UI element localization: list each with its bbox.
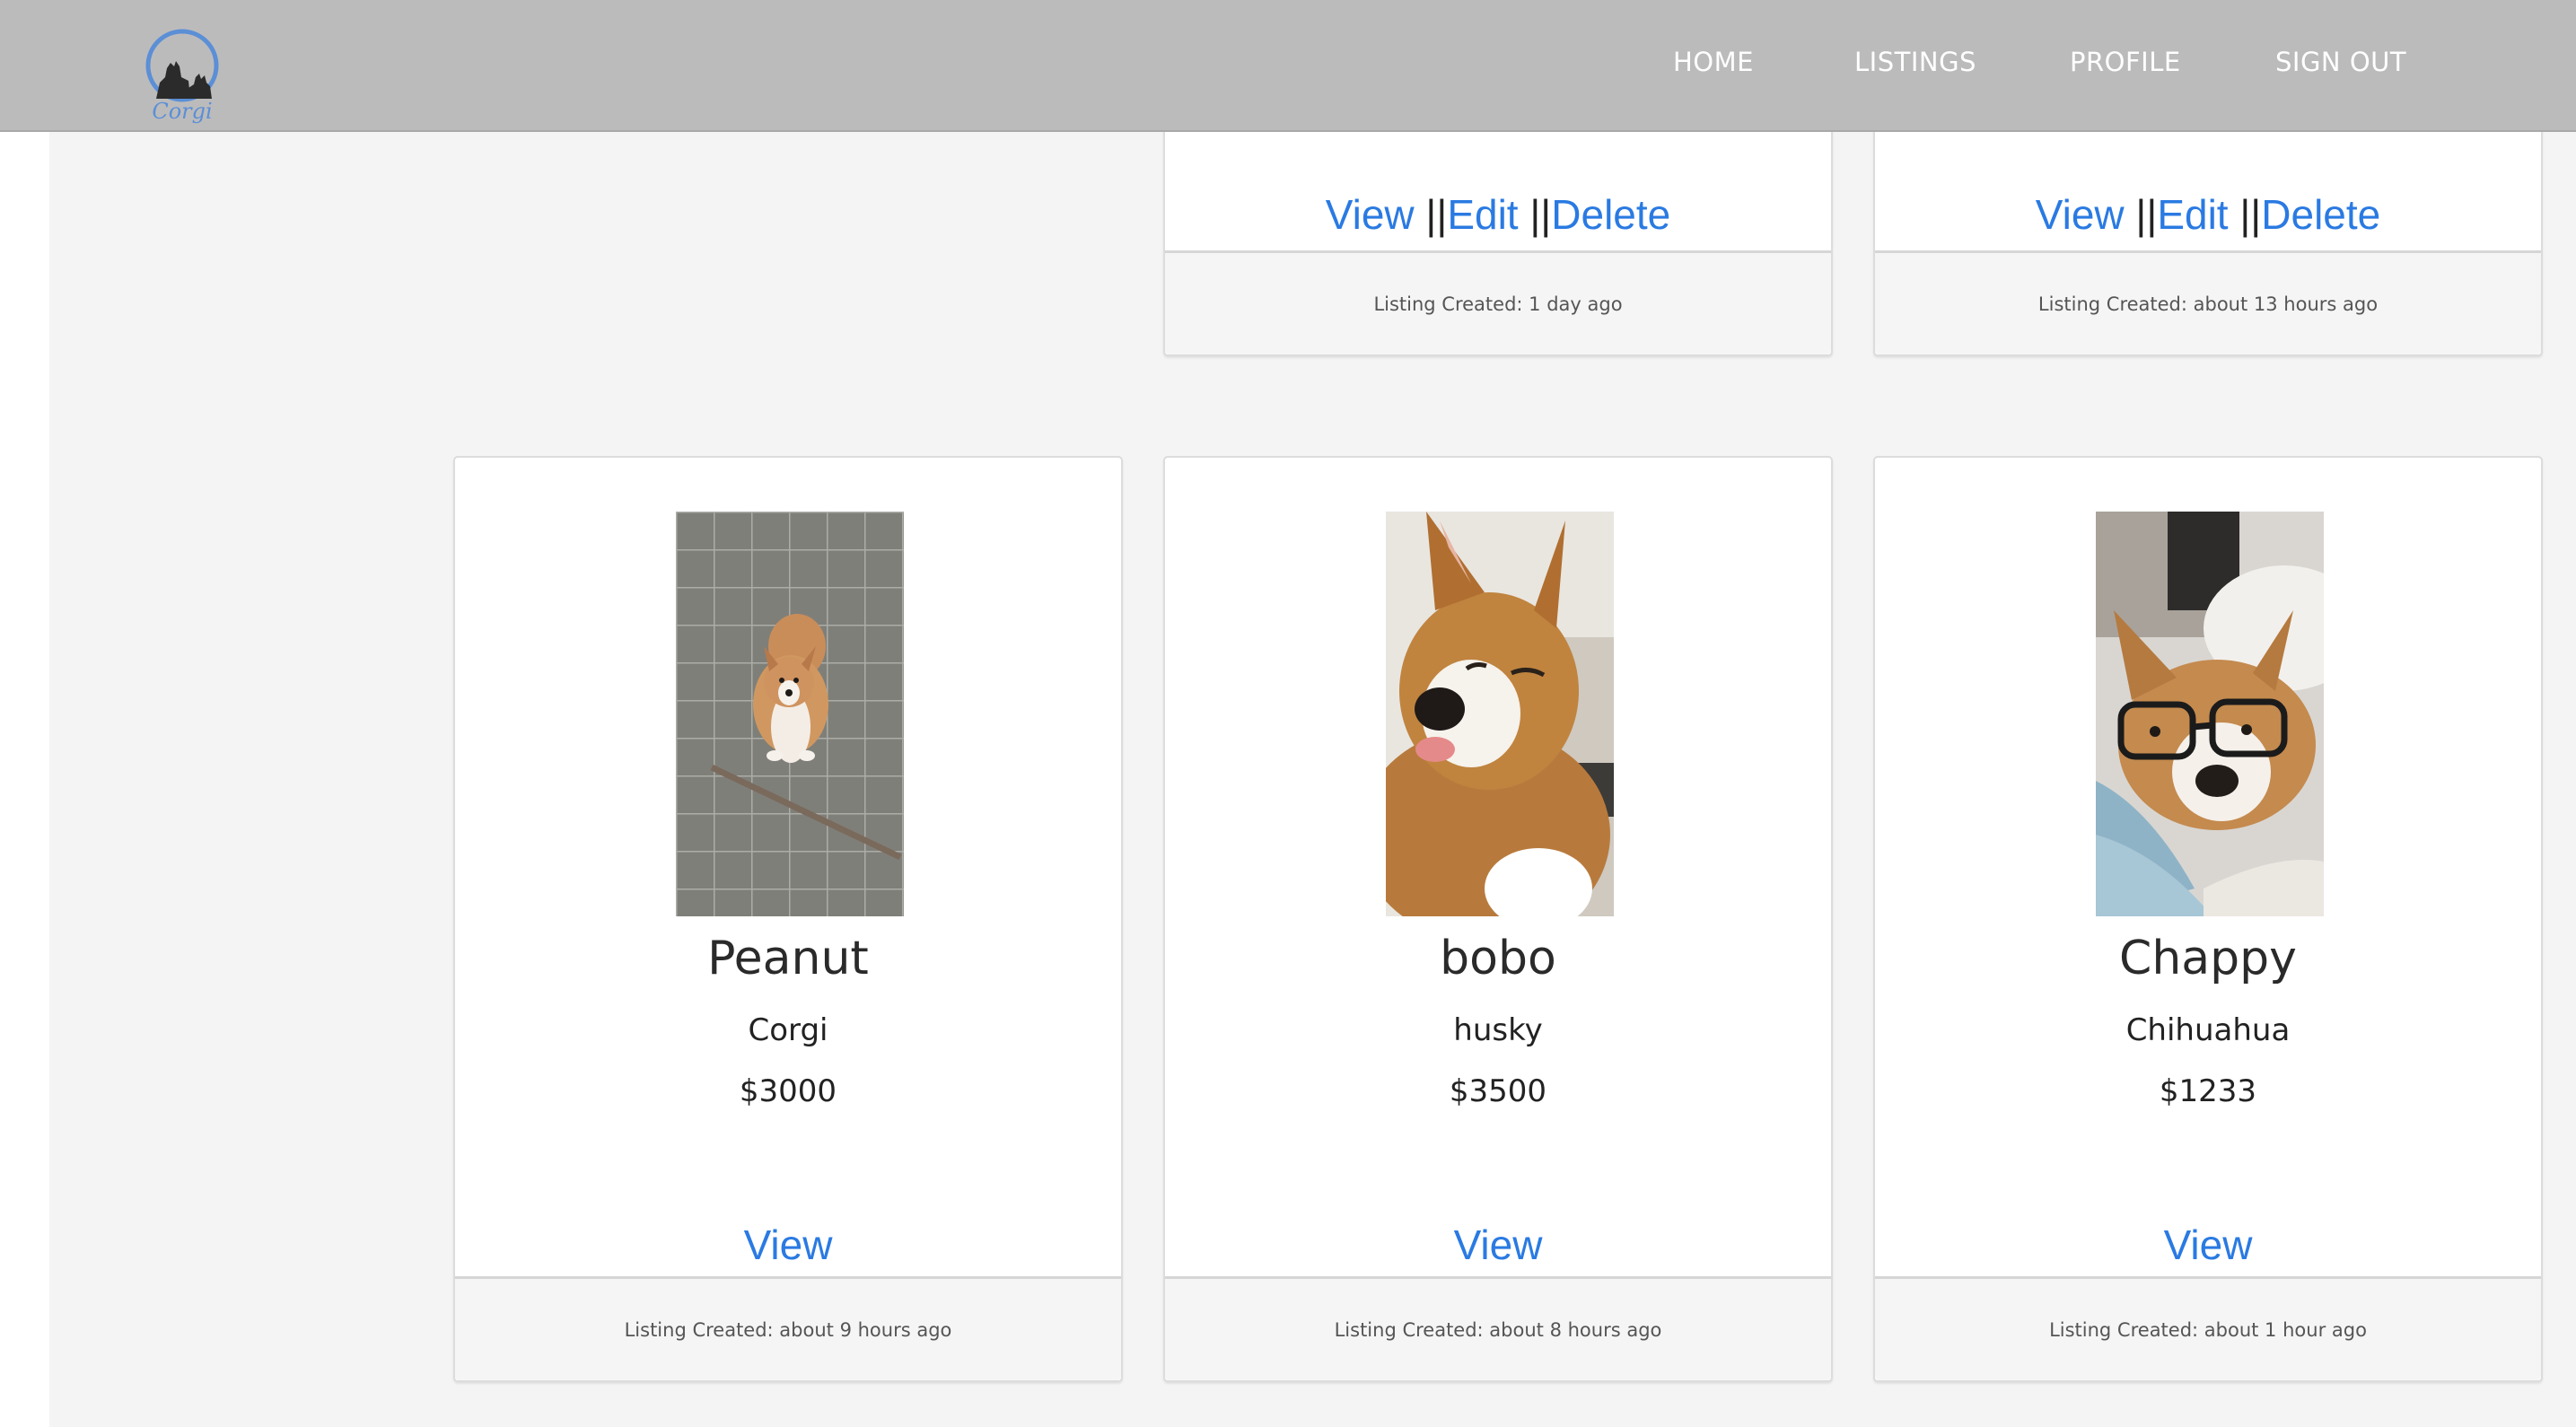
corgi-logo[interactable]: Corgi (144, 27, 221, 126)
nav-listings[interactable]: LISTINGS (1854, 47, 1976, 77)
separator: || (2135, 191, 2158, 238)
dog-name: bobo (1440, 932, 1556, 985)
nav-profile[interactable]: PROFILE (2070, 47, 2181, 77)
listing-created: Listing Created: about 1 hour ago (2049, 1318, 2367, 1341)
view-link[interactable]: View (2164, 1221, 2253, 1268)
listing-created: Listing Created: about 9 hours ago (624, 1318, 952, 1341)
delete-link[interactable]: Delete (1551, 191, 1670, 238)
view-link[interactable]: View (1454, 1221, 1543, 1268)
listing-card: Peanut Corgi $3000 View Listing Created:… (453, 456, 1123, 1382)
card-footer: Listing Created: about 13 hours ago (1875, 250, 2541, 355)
listing-card: Chappy Chihuahua $1233 View Listing Crea… (1873, 456, 2543, 1382)
navbar: Corgi HOME LISTINGS PROFILE SIGN OUT (0, 0, 2576, 132)
listing-created: Listing Created: about 8 hours ago (1334, 1318, 1662, 1341)
dog-name: Peanut (707, 932, 869, 985)
edit-link[interactable]: Edit (2157, 191, 2228, 238)
dog-breed: Corgi (748, 1012, 828, 1048)
dog-photo[interactable] (2096, 512, 2324, 916)
card-footer: Listing Created: about 1 hour ago (1875, 1276, 2541, 1380)
delete-link[interactable]: Delete (2261, 191, 2380, 238)
listing-created: Listing Created: 1 day ago (1373, 293, 1623, 315)
dog-price: $3000 (739, 1073, 837, 1109)
view-link[interactable]: View (2036, 191, 2125, 238)
edit-link[interactable]: Edit (1447, 191, 1518, 238)
card-footer: Listing Created: about 8 hours ago (1165, 1276, 1831, 1380)
dog-price: $3500 (1449, 1073, 1547, 1109)
dog-photo[interactable] (1386, 512, 1614, 916)
view-link[interactable]: View (744, 1221, 833, 1268)
listing-created: Listing Created: about 13 hours ago (2037, 293, 2379, 315)
card-actions: View (1165, 1221, 1831, 1269)
separator: || (1425, 191, 1448, 238)
card-footer: Listing Created: 1 day ago (1165, 250, 1831, 355)
card-footer: Listing Created: about 9 hours ago (455, 1276, 1121, 1380)
card-actions: View ||Edit ||Delete (1165, 190, 1831, 239)
dog-breed: husky (1453, 1012, 1543, 1048)
dog-price: $1233 (2159, 1073, 2257, 1109)
nav-sign-out[interactable]: SIGN OUT (2275, 47, 2406, 77)
dog-photo[interactable] (676, 512, 904, 916)
view-link[interactable]: View (1326, 191, 1415, 238)
dog-name: Chappy (2119, 932, 2297, 985)
separator: || (1529, 191, 1552, 238)
nav-home[interactable]: HOME (1673, 47, 1754, 77)
logo-text: Corgi (152, 99, 212, 124)
card-actions: View (1875, 1221, 2541, 1269)
dog-breed: Chihuahua (2125, 1012, 2291, 1048)
card-actions: View ||Edit ||Delete (1875, 190, 2541, 239)
listing-card: bobo husky $3500 View Listing Created: a… (1163, 456, 1833, 1382)
separator: || (2239, 191, 2262, 238)
card-actions: View (455, 1221, 1121, 1269)
